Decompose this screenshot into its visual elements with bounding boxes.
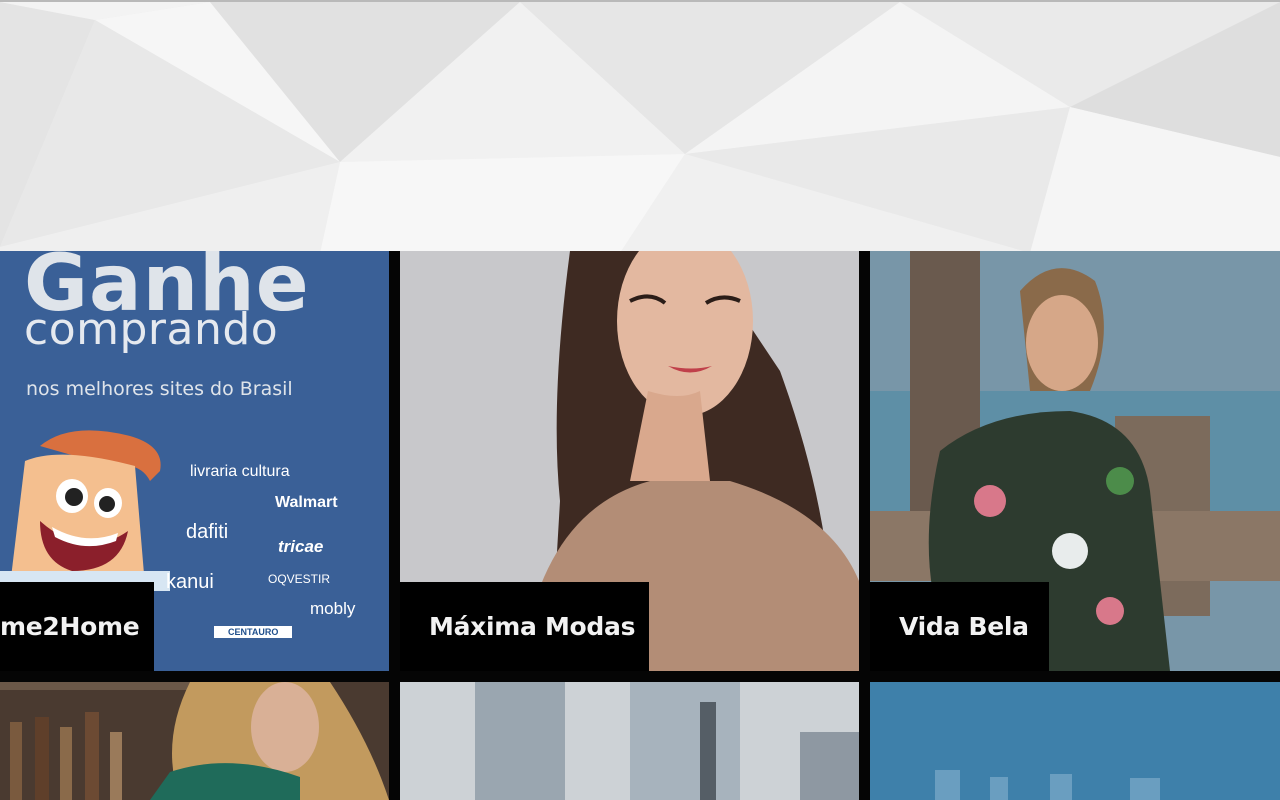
store-label-box: me2Home xyxy=(0,582,154,671)
partner-logo-centauro: CENTAURO xyxy=(214,626,293,638)
partner-logo-oqvestir: OQVESTIR xyxy=(268,572,331,586)
store-label-box: Vida Bela xyxy=(870,582,1049,671)
store-tile-bottom-middle[interactable] xyxy=(400,682,859,800)
partner-logo-kanui: kanui xyxy=(166,571,214,593)
partner-logo-walmart: Walmart xyxy=(275,494,338,511)
store-tile-home2home[interactable]: Ganhe comprando nos melhores sites do Br… xyxy=(0,251,389,671)
promo-subheadline: comprando xyxy=(24,304,279,355)
partner-logo-dafiti: dafiti xyxy=(186,521,229,543)
store-tile-vida-bela[interactable]: Vida Bela xyxy=(870,251,1280,671)
promo-tagline: nos melhores sites do Brasil xyxy=(26,378,293,400)
store-label-box: Máxima Modas xyxy=(400,582,649,671)
store-photo xyxy=(0,682,389,800)
store-photo xyxy=(400,682,859,800)
store-photo xyxy=(870,682,1280,800)
header-banner xyxy=(0,0,1280,251)
mascot-illustration xyxy=(0,430,170,591)
store-tile-maxima-modas[interactable]: Máxima Modas xyxy=(400,251,859,671)
store-name: Máxima Modas xyxy=(429,612,636,641)
store-tile-bottom-left[interactable] xyxy=(0,682,389,800)
store-tile-bottom-right[interactable] xyxy=(870,682,1280,800)
store-name: me2Home xyxy=(0,612,140,641)
partner-logo-tricae: tricae xyxy=(278,537,324,556)
partner-logo-livraria-cultura: livraria cultura xyxy=(190,463,290,480)
store-name: Vida Bela xyxy=(899,612,1029,641)
partner-logo-mobly: mobly xyxy=(310,599,356,618)
